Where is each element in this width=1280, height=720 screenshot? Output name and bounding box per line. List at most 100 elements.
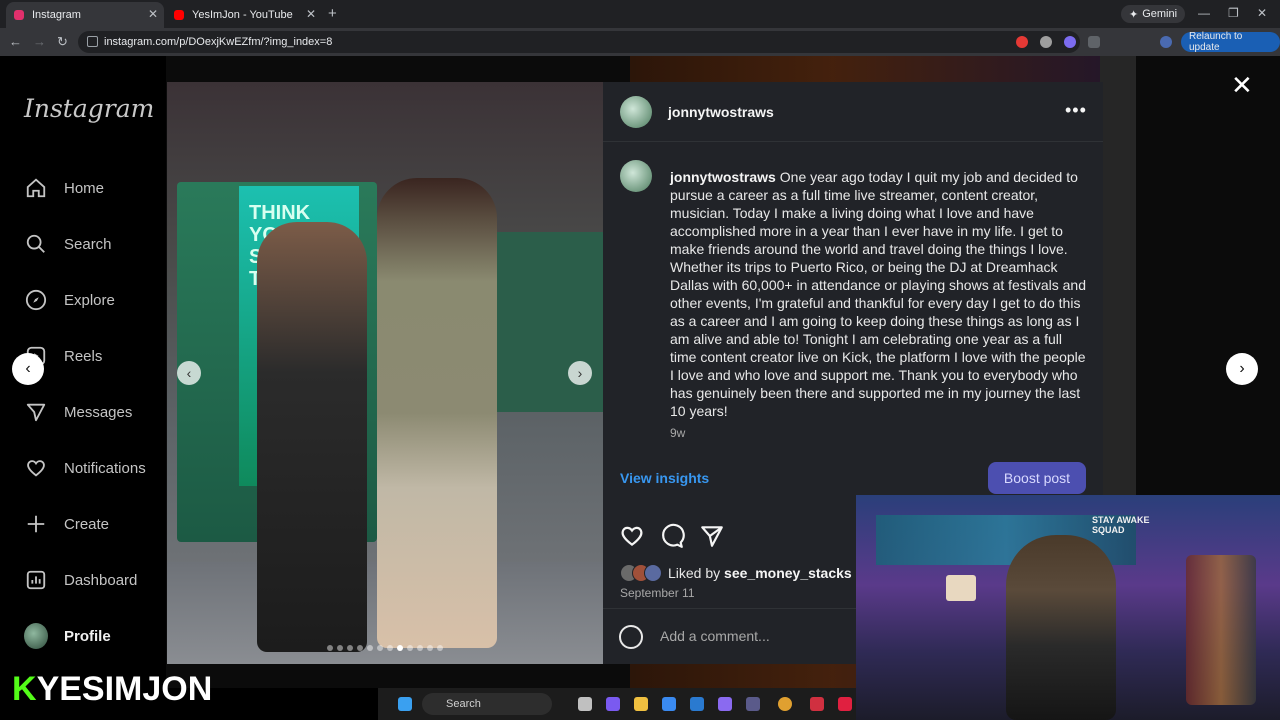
carousel-dot (407, 645, 413, 651)
new-tab-icon[interactable]: + (328, 5, 337, 22)
avatar[interactable] (620, 160, 652, 192)
webcam-guitars (1186, 555, 1256, 705)
chrome-icon[interactable] (778, 697, 792, 711)
extensions-puzzle-icon[interactable] (1088, 36, 1100, 48)
site-info-icon[interactable] (87, 36, 98, 47)
sidebar-item-label: Notifications (64, 459, 146, 477)
caption-username[interactable]: jonnytwostraws (670, 169, 776, 185)
relaunch-button[interactable]: Relaunch to update (1181, 31, 1280, 53)
windows-taskbar: Search (378, 688, 856, 720)
sidebar-item-label: Dashboard (64, 571, 138, 589)
app-icon[interactable] (838, 697, 852, 711)
previous-post-icon[interactable]: ‹ (12, 353, 44, 385)
post-date: September 11 (620, 586, 695, 600)
store-icon[interactable] (662, 697, 676, 711)
paper-plane-icon (24, 400, 48, 424)
app-icon[interactable] (810, 697, 824, 711)
photo-person (257, 222, 367, 652)
carousel-dot (437, 645, 443, 651)
file-explorer-icon[interactable] (634, 697, 648, 711)
extension-icon[interactable] (1016, 36, 1028, 48)
sidebar-item-label: Search (64, 235, 112, 253)
sidebar-item-explore[interactable]: Explore (24, 285, 115, 315)
browser-toolbar: ← → ↻ instagram.com/p/DOexjKwEZfm/?img_i… (0, 28, 1280, 56)
address-bar[interactable]: instagram.com/p/DOexjKwEZfm/?img_index=8 (78, 31, 1080, 53)
profile-icon[interactable] (1160, 36, 1172, 48)
profile-avatar (24, 623, 48, 649)
tab-youtube[interactable]: YesImJon - YouTube ✕ (166, 2, 322, 28)
carousel-dot (397, 645, 403, 651)
kick-k-logo: K (12, 670, 37, 708)
back-icon[interactable]: ← (9, 34, 22, 49)
webcam-overlay: STAY AWAKE SQUAD (856, 495, 1280, 720)
close-modal-icon[interactable]: ✕ (1231, 72, 1253, 98)
compass-icon (24, 288, 48, 312)
carousel-dot (427, 645, 433, 651)
close-tab-icon[interactable]: ✕ (306, 7, 316, 21)
post-header: jonnytwostraws ••• (603, 82, 1103, 142)
app-icon[interactable] (746, 697, 760, 711)
comment-icon[interactable] (658, 522, 686, 550)
taskview-icon[interactable] (578, 697, 592, 711)
post-username[interactable]: jonnytwostraws (668, 104, 774, 120)
boost-post-button[interactable]: Boost post (988, 462, 1086, 494)
close-window-icon[interactable]: ✕ (1257, 6, 1267, 20)
sidebar-item-label: Create (64, 515, 110, 533)
carousel-dot (387, 645, 393, 651)
post-photo[interactable]: THINK YOU'RE SMARTER THAN A ‹ › (167, 82, 603, 664)
sidebar-item-notifications[interactable]: Notifications (24, 453, 146, 483)
carousel-dot (417, 645, 423, 651)
photo-person (377, 178, 497, 648)
sidebar-item-profile[interactable]: Profile (24, 621, 111, 651)
tab-label: Instagram (32, 9, 81, 21)
heart-icon (24, 456, 48, 480)
like-heart-icon[interactable] (618, 522, 646, 550)
instagram-logo[interactable]: Instagram (24, 94, 154, 123)
carousel-prev-icon[interactable]: ‹ (177, 361, 201, 385)
sidebar-item-search[interactable]: Search (24, 229, 112, 259)
liked-by-username[interactable]: see_money_stacks (724, 565, 852, 581)
carousel-next-icon[interactable]: › (568, 361, 592, 385)
home-icon (24, 176, 48, 200)
sidebar-item-label: Profile (64, 627, 111, 645)
minimize-icon[interactable]: — (1198, 6, 1210, 20)
share-icon[interactable] (698, 522, 726, 550)
sidebar-item-dashboard[interactable]: Dashboard (24, 565, 137, 595)
reload-icon[interactable]: ↻ (57, 34, 68, 50)
restore-icon[interactable]: ❐ (1228, 6, 1239, 20)
avatar (644, 564, 662, 582)
view-insights-link[interactable]: View insights (620, 470, 709, 486)
carousel-dot (377, 645, 383, 651)
youtube-favicon-icon (174, 10, 184, 20)
avatar[interactable] (620, 96, 652, 128)
app-icon[interactable] (718, 697, 732, 711)
post-age[interactable]: 9w (670, 426, 685, 440)
next-post-icon[interactable]: › (1226, 353, 1258, 385)
tab-label: YesImJon - YouTube (192, 9, 293, 21)
close-tab-icon[interactable]: ✕ (148, 7, 158, 21)
windows-start-icon[interactable] (398, 697, 412, 711)
instagram-favicon-icon (14, 10, 24, 20)
caption-text: One year ago today I quit my job and dec… (670, 169, 1086, 419)
tab-instagram[interactable]: Instagram ✕ (6, 2, 164, 28)
forward-icon[interactable]: → (33, 34, 46, 49)
sidebar-item-create[interactable]: Create (24, 509, 109, 539)
webcam-lamp (946, 575, 976, 601)
sidebar-item-messages[interactable]: Messages (24, 397, 132, 427)
sidebar-item-home[interactable]: Home (24, 173, 104, 203)
sidebar-item-label: Explore (64, 291, 115, 309)
copilot-icon[interactable] (606, 697, 620, 711)
gemini-button[interactable]: ✦ Gemini (1121, 5, 1186, 23)
webcam-streamer (1006, 535, 1116, 720)
mail-icon[interactable] (690, 697, 704, 711)
liked-by-prefix: Liked by (668, 565, 721, 581)
sidebar-item-label: Messages (64, 403, 133, 421)
taskbar-search[interactable]: Search (422, 693, 552, 715)
more-options-icon[interactable]: ••• (1065, 100, 1087, 121)
comment-input[interactable]: Add a comment... (660, 628, 770, 644)
carousel-dot (347, 645, 353, 651)
emoji-icon[interactable] (619, 625, 643, 649)
extension-icon[interactable] (1040, 36, 1052, 48)
extension-icon[interactable] (1064, 36, 1076, 48)
browser-tab-bar: Instagram ✕ YesImJon - YouTube ✕ + ✦ Gemi… (0, 0, 1280, 28)
